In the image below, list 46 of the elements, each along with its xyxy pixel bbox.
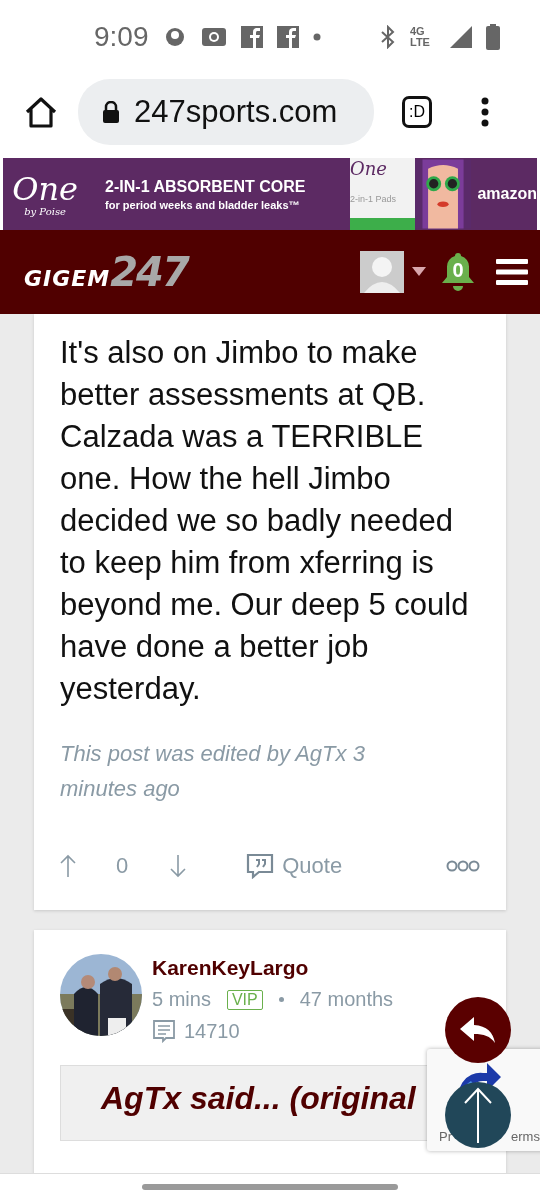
- product-logo: One: [349, 158, 388, 179]
- lock-icon: [102, 101, 120, 123]
- signal-icon: [450, 26, 472, 48]
- clock: 9:09: [94, 21, 149, 53]
- terms-link[interactable]: erms: [511, 1129, 540, 1144]
- reply-arrow-icon: [460, 1017, 496, 1043]
- member-tenure: 47 months: [299, 988, 394, 1011]
- ad-headline: 2-IN-1 ABSORBENT CORE: [105, 177, 307, 196]
- tab-switcher-button[interactable]: :D: [402, 96, 432, 128]
- battery-icon: [486, 24, 500, 50]
- author-name[interactable]: KarenKeyLargo: [152, 956, 394, 980]
- menu-icon[interactable]: [480, 97, 490, 127]
- ad-banner[interactable]: One by Poise 2-IN-1 ABSORBENT CORE for period weeks and bladder leaks™ One 2-in-1 Pads amazon: [3, 158, 537, 230]
- upvote-icon[interactable]: [60, 854, 76, 878]
- menu-icon[interactable]: [496, 259, 528, 285]
- post-time: 5 mins: [152, 988, 211, 1011]
- edited-note: This post was edited by AgTx 3 minutes ago: [60, 740, 366, 803]
- site-logo-text[interactable]: GIGEM: [24, 266, 111, 291]
- facebook-icon: [276, 26, 299, 48]
- vote-score: 0: [116, 853, 129, 879]
- ad-logo-subtitle: by Poise: [24, 205, 66, 217]
- facebook-icon: [240, 26, 263, 48]
- quote-header: AgTx said... (original: [101, 1080, 416, 1116]
- bluetooth-icon: [380, 25, 396, 49]
- more-options-icon[interactable]: [446, 860, 480, 872]
- downvote-icon[interactable]: [170, 854, 187, 878]
- camera-icon: [200, 26, 227, 48]
- quote-icon: [246, 853, 275, 879]
- network-label: 4G LTE: [410, 26, 431, 48]
- separator-dot-icon: [278, 997, 284, 1002]
- post-count: 14710: [184, 1019, 240, 1043]
- dot-icon: [312, 33, 321, 41]
- up-arrow-icon: [463, 1087, 493, 1143]
- ad-logo: One: [12, 171, 78, 206]
- posts-count-icon: [152, 1019, 176, 1043]
- privacy-link[interactable]: Pr: [439, 1129, 452, 1144]
- post-text: It's also on Jimbo to make better assessments at QB. Calzada was a TERRIBLE one. How the hell Jimbo decided we so badly needed to keep him from xferring is beyond me. Our deep 5 could have done a better job yesterday.: [60, 334, 470, 708]
- home-icon[interactable]: [24, 96, 58, 128]
- ad-subline: for period weeks and bladder leaks™: [105, 198, 301, 211]
- retailer-logo: amazon: [477, 185, 537, 203]
- product-label: 2-in-1 Pads: [349, 193, 397, 204]
- url-text: 247sports.com: [134, 94, 338, 130]
- vip-badge: VIP: [226, 989, 263, 1010]
- site-logo-number[interactable]: 247: [110, 249, 188, 295]
- address-field[interactable]: 247sports.com: [78, 79, 374, 145]
- dropdown-caret-icon[interactable]: [412, 267, 426, 277]
